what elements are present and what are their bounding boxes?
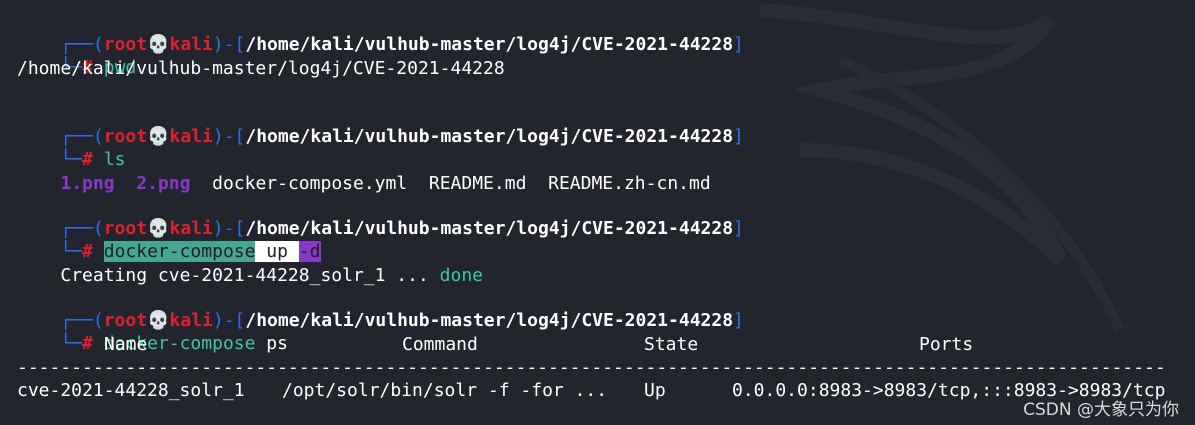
command-arg: ps xyxy=(255,333,288,354)
file-item: 2.png xyxy=(136,173,191,194)
command-line-2: └─# ls xyxy=(17,125,125,170)
prompt-host: kali xyxy=(169,34,213,55)
command-line-1: └─# pwd xyxy=(17,33,136,78)
prompt-hash: # xyxy=(82,333,93,354)
table-header-name: Name xyxy=(104,334,148,355)
file-item: README.md xyxy=(428,173,527,194)
prompt-close: ] xyxy=(733,34,744,55)
prompt-close: ] xyxy=(733,310,744,331)
command-line-3: └─# docker-compose up -d xyxy=(17,217,321,262)
file-item: 1.png xyxy=(60,173,115,194)
terminal-window[interactable]: ┌──(root💀kali)-[/home/kali/vulhub-master… xyxy=(0,0,1195,425)
prompt-line-4: ┌──(root💀kali)-[/home/kali/vulhub-master… xyxy=(17,286,744,331)
table-cell-state: Up xyxy=(644,380,666,401)
prompt-close: ] xyxy=(733,126,744,147)
prompt-path: /home/kali/vulhub-master/log4j/CVE-2021-… xyxy=(245,310,734,331)
csdn-watermark: CSDN @大象只为你 xyxy=(1023,400,1179,420)
prompt-line-2: ┌──(root💀kali)-[/home/kali/vulhub-master… xyxy=(17,102,744,147)
file-item: docker-compose.yml xyxy=(212,173,408,194)
skull-icon: 💀 xyxy=(147,34,170,55)
prompt-mid: )-[ xyxy=(212,126,246,147)
prompt-line-3: ┌──(root💀kali)-[/home/kali/vulhub-master… xyxy=(17,194,744,239)
prompt-mid: )-[ xyxy=(212,34,246,55)
skull-icon: 💀 xyxy=(147,126,170,147)
prompt-host: kali xyxy=(169,126,213,147)
table-header-command: Command xyxy=(402,334,478,355)
ls-output: 1.png 2.png docker-compose.yml README.md… xyxy=(17,149,710,194)
table-separator: ----------------------------------------… xyxy=(17,357,1166,378)
output-line-3: Creating cve-2021-44228_solr_1 ... done xyxy=(17,241,483,286)
output-line-1: /home/kali/vulhub-master/log4j/CVE-2021-… xyxy=(17,58,505,79)
table-cell-command: /opt/solr/bin/solr -f -for ... xyxy=(282,380,608,401)
prompt-close: ] xyxy=(733,218,744,239)
table-cell-name: cve-2021-44228_solr_1 xyxy=(17,380,245,401)
file-item: README.zh-cn.md xyxy=(548,173,711,194)
done-status: done xyxy=(439,265,484,286)
prompt-corner: └─ xyxy=(60,333,83,354)
prompt-path: /home/kali/vulhub-master/log4j/CVE-2021-… xyxy=(245,126,734,147)
command-line-4: └─# docker-compose ps xyxy=(17,309,288,354)
prompt-path: /home/kali/vulhub-master/log4j/CVE-2021-… xyxy=(245,34,734,55)
prompt-line-1: ┌──(root💀kali)-[/home/kali/vulhub-master… xyxy=(17,10,744,55)
table-header-state: State xyxy=(644,334,699,355)
table-header-ports: Ports xyxy=(919,334,974,355)
output-text: Creating cve-2021-44228_solr_1 ... xyxy=(60,265,440,286)
